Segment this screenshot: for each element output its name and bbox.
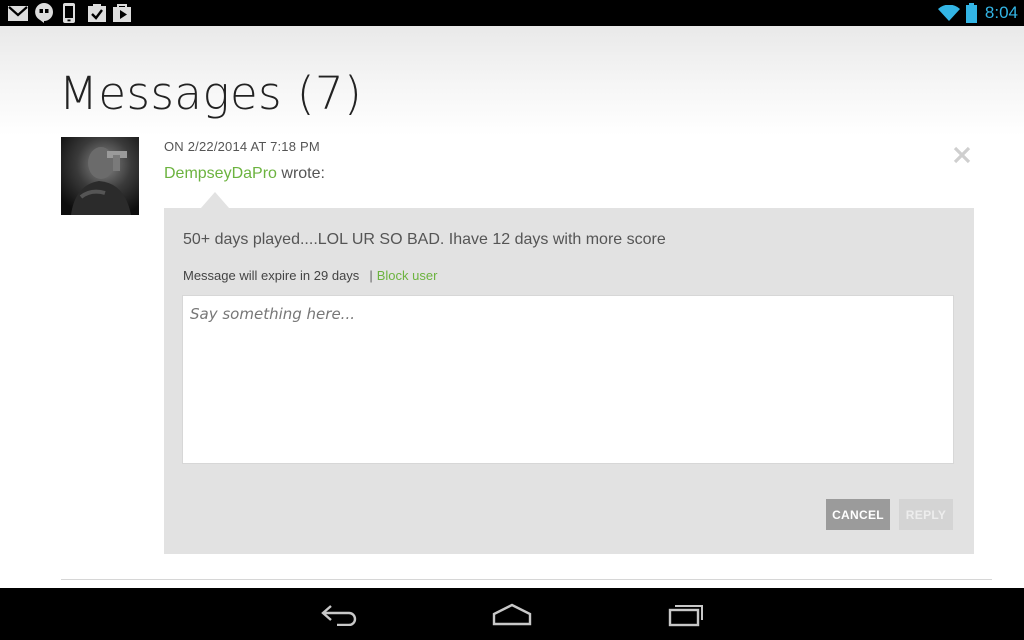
phone-icon	[62, 3, 76, 23]
meta-separator: |	[369, 268, 373, 283]
battery-icon	[965, 3, 977, 23]
message-pointer	[201, 192, 229, 208]
message-author-link[interactable]: DempseyDaPro	[164, 165, 277, 182]
page-title: Messages (7)	[59, 67, 363, 120]
reply-button[interactable]: REPLY	[899, 499, 953, 530]
back-icon[interactable]	[313, 598, 365, 630]
status-time: 8:04	[984, 3, 1018, 22]
wrote-label: wrote:	[276, 165, 325, 182]
navigation-bar	[0, 588, 1024, 640]
home-icon[interactable]	[486, 598, 538, 630]
recent-apps-icon[interactable]	[660, 598, 712, 630]
avatar[interactable]	[61, 137, 139, 215]
divider	[61, 579, 992, 580]
hangouts-icon	[35, 3, 53, 23]
status-bar: 8:04	[0, 0, 1024, 26]
block-user-link[interactable]: Block user	[377, 268, 438, 283]
play-store-icon	[113, 4, 131, 22]
message-date: ON 2/22/2014 AT 7:18 PM	[164, 139, 320, 154]
messages-screen: Messages (7) ON 2/22/2014 AT 7:18 PM Dem…	[0, 26, 1024, 588]
clipboard-check-icon	[88, 4, 106, 22]
message-panel: 50+ days played....LOL UR SO BAD. Ihave …	[164, 208, 974, 554]
message-author-line: DempseyDaPro wrote:	[164, 165, 325, 183]
gmail-icon	[8, 4, 28, 22]
cancel-button[interactable]: CANCEL	[826, 499, 890, 530]
close-icon[interactable]	[951, 144, 973, 166]
reply-input[interactable]	[182, 295, 954, 464]
wifi-icon	[938, 4, 960, 22]
message-meta: Message will expire in 29 days | Block use…	[183, 268, 437, 283]
message-expiry: Message will expire in 29 days	[183, 268, 360, 283]
message-body: 50+ days played....LOL UR SO BAD. Ihave …	[183, 231, 666, 248]
